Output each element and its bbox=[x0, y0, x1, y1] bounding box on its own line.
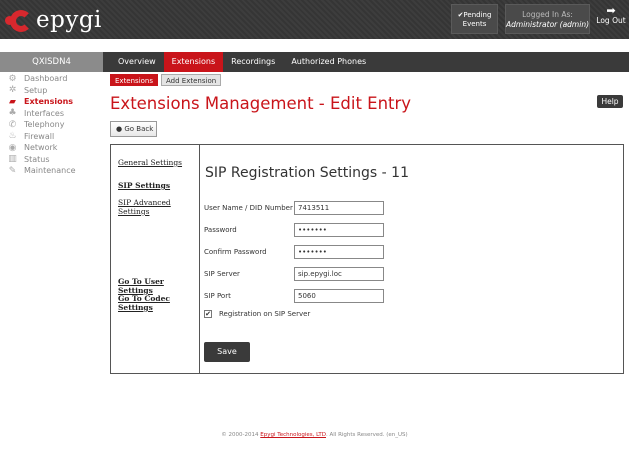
sidebar-item-setup[interactable]: ✲ Setup bbox=[0, 85, 103, 97]
pending-label: ✔Pending bbox=[457, 11, 492, 19]
confirm-password-field[interactable]: ••••••• bbox=[294, 245, 384, 259]
page-title: Extensions Management - Edit Entry bbox=[110, 94, 412, 113]
book-icon: ▰ bbox=[9, 96, 16, 107]
company-link[interactable]: Epygi Technologies, LTD bbox=[260, 432, 326, 438]
fire-icon: ♨ bbox=[8, 131, 17, 142]
sidebar-item-interfaces[interactable]: ♣ Interfaces bbox=[0, 108, 103, 120]
dashboard-icon: ⚙ bbox=[8, 73, 17, 84]
sidebar-item-label: Interfaces bbox=[24, 108, 64, 118]
logout-label: Log Out bbox=[596, 16, 626, 25]
save-button[interactable]: Save bbox=[204, 342, 250, 362]
sip-server-field[interactable]: sip.epygi.loc bbox=[294, 267, 384, 281]
logo: epygi bbox=[4, 4, 102, 36]
username-label: User Name / DID Number bbox=[204, 204, 293, 212]
tab-extensions[interactable]: Extensions bbox=[163, 52, 224, 72]
go-back-button[interactable]: ● Go Back bbox=[110, 121, 157, 137]
logged-in-label: Logged In As: bbox=[522, 10, 573, 19]
phone-icon: ✆ bbox=[8, 119, 17, 130]
tab-recordings[interactable]: Recordings bbox=[223, 52, 283, 72]
sidebar-item-label: Network bbox=[24, 143, 58, 153]
go-to-codec-settings-link[interactable]: Go To Codec Settings bbox=[118, 294, 199, 312]
logout-button[interactable]: ➡ Log Out bbox=[594, 4, 628, 34]
go-back-label: Go Back bbox=[124, 125, 154, 133]
sidebar-item-label: Status bbox=[24, 154, 50, 164]
sidebar-item-maintenance[interactable]: ✎ Maintenance bbox=[0, 165, 103, 177]
sidebar-item-network[interactable]: ◉ Network bbox=[0, 142, 103, 154]
subtab-extensions[interactable]: Extensions bbox=[110, 74, 159, 86]
sidebar-item-label: Dashboard bbox=[24, 74, 68, 84]
top-tabs: Overview Extensions Recordings Authorize… bbox=[110, 52, 374, 72]
sidebar-item-firewall[interactable]: ♨ Firewall bbox=[0, 131, 103, 143]
registration-label: Registration on SIP Server bbox=[219, 310, 311, 318]
wrench-icon: ✎ bbox=[8, 165, 17, 176]
sub-tabs: Extensions Add Extension bbox=[110, 74, 222, 86]
sidebar-item-label: Maintenance bbox=[24, 166, 76, 176]
events-label: Events bbox=[462, 20, 487, 28]
password-field[interactable]: ••••••• bbox=[294, 223, 384, 237]
tab-overview[interactable]: Overview bbox=[110, 52, 164, 72]
logout-icon: ➡ bbox=[606, 4, 616, 17]
settings-panel: General Settings SIP Settings SIP Advanc… bbox=[110, 144, 624, 374]
status-icon: ▥ bbox=[8, 154, 17, 165]
copyright-text: © 2000-2014 bbox=[221, 432, 259, 438]
sidebar: ⚙ Dashboard ✲ Setup ▰ Extensions ♣ Interface… bbox=[0, 73, 103, 177]
sidebar-item-label: Firewall bbox=[24, 131, 55, 141]
username-field[interactable]: 7413511 bbox=[294, 201, 384, 215]
sidebar-item-label: Telephony bbox=[24, 120, 65, 130]
sidebar-item-label: Setup bbox=[24, 85, 48, 95]
registration-row: ✔ Registration on SIP Server bbox=[204, 310, 310, 318]
confirm-password-label: Confirm Password bbox=[204, 248, 267, 256]
sidebar-item-status[interactable]: ▥ Status bbox=[0, 154, 103, 166]
sidebar-item-extensions[interactable]: ▰ Extensions bbox=[0, 96, 103, 108]
sidebar-item-dashboard[interactable]: ⚙ Dashboard bbox=[0, 73, 103, 85]
sip-advanced-settings-link[interactable]: SIP Advanced Settings bbox=[118, 198, 199, 216]
logo-icon bbox=[4, 6, 32, 34]
sidebar-item-telephony[interactable]: ✆ Telephony bbox=[0, 119, 103, 131]
tab-authorized-phones[interactable]: Authorized Phones bbox=[283, 52, 374, 72]
general-settings-link[interactable]: General Settings bbox=[118, 158, 182, 167]
rights-text: . All Rights Reserved. (en_US) bbox=[326, 432, 408, 438]
logged-in-user: Administrator (admin) bbox=[506, 20, 589, 29]
logo-text: epygi bbox=[36, 7, 102, 33]
subtab-add-extension[interactable]: Add Extension bbox=[161, 74, 222, 86]
pending-events-button[interactable]: ✔Pending Events bbox=[451, 4, 498, 34]
interfaces-icon: ♣ bbox=[8, 108, 17, 119]
sip-port-label: SIP Port bbox=[204, 292, 231, 300]
go-to-user-settings-link[interactable]: Go To User Settings bbox=[118, 277, 199, 295]
sip-registration-title: SIP Registration Settings - 11 bbox=[205, 165, 409, 181]
password-label: Password bbox=[204, 226, 237, 234]
gear-icon: ✲ bbox=[8, 85, 17, 96]
sip-server-label: SIP Server bbox=[204, 270, 240, 278]
device-name: QXISDN4 bbox=[0, 52, 103, 72]
settings-nav: General Settings SIP Settings SIP Advanc… bbox=[111, 145, 200, 373]
sidebar-item-label: Extensions bbox=[24, 97, 74, 107]
sip-settings-link[interactable]: SIP Settings bbox=[118, 181, 170, 190]
sip-port-field[interactable]: 5060 bbox=[294, 289, 384, 303]
logged-in-box: Logged In As: Administrator (admin) bbox=[505, 4, 590, 34]
globe-icon: ◉ bbox=[8, 142, 17, 153]
registration-checkbox[interactable]: ✔ bbox=[204, 310, 212, 318]
help-button[interactable]: Help bbox=[597, 95, 623, 108]
footer: © 2000-2014 Epygi Technologies, LTD. All… bbox=[0, 432, 629, 438]
back-icon: ● bbox=[116, 125, 123, 133]
